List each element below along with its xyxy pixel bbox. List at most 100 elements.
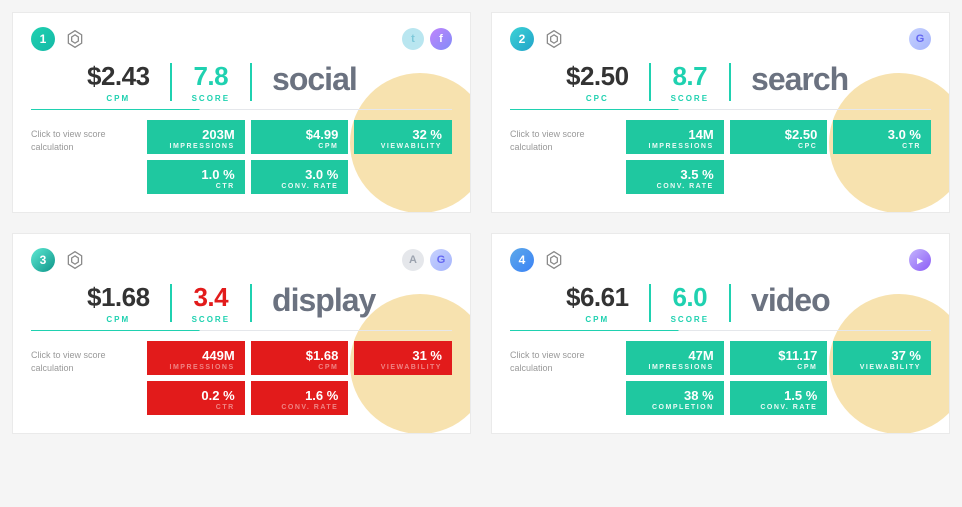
twitter-icon: t — [402, 28, 424, 50]
calculation-link[interactable]: Click to view score calculation — [31, 341, 131, 415]
calculation-link[interactable]: Click to view score calculation — [510, 120, 610, 194]
score-label: SCORE — [671, 315, 709, 324]
metric-label: IMPRESSIONS — [636, 364, 714, 371]
metric-conv-rate[interactable]: 1.6 %CONV. RATE — [251, 381, 349, 415]
metric-impressions[interactable]: 203MIMPRESSIONS — [147, 120, 245, 154]
category-title: video — [731, 282, 830, 319]
calculation-link[interactable]: Click to view score calculation — [510, 341, 610, 415]
card-number-badge: 4 — [510, 248, 534, 272]
metric-value: 1.0 % — [157, 167, 235, 182]
scorecard-video: 4 ▸ $6.61 CPM 6.0 SCORE video Click to view sco… — [491, 233, 950, 434]
metric-value: 32 % — [364, 127, 442, 142]
metric-label: VIEWABILITY — [364, 364, 442, 371]
metric-label: CONV. RATE — [636, 183, 714, 190]
metric-value: 38 % — [636, 388, 714, 403]
category-title: display — [252, 282, 375, 319]
metric-ctr[interactable]: 3.0 %CTR — [833, 120, 931, 154]
metric-value: 449M — [157, 348, 235, 363]
metric-label: CPM — [261, 143, 339, 150]
score-value: 3.4 — [193, 282, 228, 313]
cost-value: $6.61 — [566, 282, 629, 313]
brand-logo-icon — [65, 29, 85, 49]
divider-line — [31, 330, 452, 331]
metric-ctr[interactable]: 0.2 %CTR — [147, 381, 245, 415]
facebook-icon: f — [430, 28, 452, 50]
cost-label: CPC — [586, 94, 609, 103]
metric-label: CTR — [157, 404, 235, 411]
card-number-badge: 2 — [510, 27, 534, 51]
card-number-badge: 3 — [31, 248, 55, 272]
metric-viewability[interactable]: 32 %VIEWABILITY — [354, 120, 452, 154]
metric-ctr[interactable]: 1.0 %CTR — [147, 160, 245, 194]
metric-value: 1.6 % — [261, 388, 339, 403]
metric-completion[interactable]: 38 %COMPLETION — [626, 381, 724, 415]
cost-value: $1.68 — [87, 282, 150, 313]
video-platform-icon: ▸ — [909, 249, 931, 271]
score-label: SCORE — [671, 94, 709, 103]
metric-cpm[interactable]: $1.68CPM — [251, 341, 349, 375]
divider-line — [510, 109, 931, 110]
metric-label: COMPLETION — [636, 404, 714, 411]
metric-cpm[interactable]: $4.99CPM — [251, 120, 349, 154]
platform-icons: AG — [402, 249, 452, 271]
cost-label: CPM — [106, 315, 130, 324]
metric-value: $4.99 — [261, 127, 339, 142]
brand-logo-icon — [544, 29, 564, 49]
score-value: 7.8 — [193, 61, 228, 92]
divider-line — [31, 109, 452, 110]
metric-label: VIEWABILITY — [843, 364, 921, 371]
cost-value: $2.50 — [566, 61, 629, 92]
metric-value: 3.5 % — [636, 167, 714, 182]
calculation-link[interactable]: Click to view score calculation — [31, 120, 131, 194]
metric-conv-rate[interactable]: 3.5 %CONV. RATE — [626, 160, 724, 194]
metric-conv-rate[interactable]: 1.5 %CONV. RATE — [730, 381, 828, 415]
cost-stat: $2.43 CPM — [67, 61, 170, 103]
metric-value: 14M — [636, 127, 714, 142]
brand-logo-icon — [65, 250, 85, 270]
score-label: SCORE — [192, 94, 230, 103]
metric-impressions[interactable]: 449MIMPRESSIONS — [147, 341, 245, 375]
metric-cpm[interactable]: $11.17CPM — [730, 341, 828, 375]
score-value: 6.0 — [672, 282, 707, 313]
metric-label: CTR — [157, 183, 235, 190]
metric-value: 0.2 % — [157, 388, 235, 403]
cost-label: CPM — [585, 315, 609, 324]
cost-label: CPM — [106, 94, 130, 103]
metric-label: CONV. RATE — [261, 183, 339, 190]
score-stat: 7.8 SCORE — [172, 61, 250, 103]
metric-value: 1.5 % — [740, 388, 818, 403]
metrics-grid: 47MIMPRESSIONS$11.17CPM37 %VIEWABILITY38… — [626, 341, 931, 415]
metric-impressions[interactable]: 14MIMPRESSIONS — [626, 120, 724, 154]
metric-impressions[interactable]: 47MIMPRESSIONS — [626, 341, 724, 375]
metric-viewability[interactable]: 37 %VIEWABILITY — [833, 341, 931, 375]
platform-icons: tf — [402, 28, 452, 50]
category-title: search — [731, 61, 848, 98]
metric-cpc[interactable]: $2.50CPC — [730, 120, 828, 154]
scorecard-social: 1tf$2.43CPM7.8SCOREsocialClick to view s… — [12, 12, 471, 213]
metric-label: CPM — [261, 364, 339, 371]
score-label: SCORE — [192, 315, 230, 324]
scorecard-display: 3AG$1.68CPM3.4SCOREdisplayClick to view … — [12, 233, 471, 434]
metric-label: IMPRESSIONS — [157, 143, 235, 150]
metric-value: 3.0 % — [261, 167, 339, 182]
cost-value: $2.43 — [87, 61, 150, 92]
metrics-grid: 449MIMPRESSIONS$1.68CPM31 %VIEWABILITY0.… — [147, 341, 452, 415]
cost-stat: $1.68 CPM — [67, 282, 170, 324]
score-stat: 8.7SCORE — [651, 61, 729, 103]
metric-label: VIEWABILITY — [364, 143, 442, 150]
metric-value: $1.68 — [261, 348, 339, 363]
metric-label: CTR — [843, 143, 921, 150]
metric-value: $11.17 — [740, 348, 818, 363]
cost-stat: $2.50 CPC — [546, 61, 649, 103]
brand-logo-icon — [544, 250, 564, 270]
metric-viewability[interactable]: 31 %VIEWABILITY — [354, 341, 452, 375]
cost-stat: $6.61 CPM — [546, 282, 649, 324]
metric-value: $2.50 — [740, 127, 818, 142]
platform-icons: G — [909, 28, 931, 50]
card-number-badge: 1 — [31, 27, 55, 51]
scorecard-search: 2 G $2.50 CPC 8.7SCOREsearch Click to view sc… — [491, 12, 950, 213]
adobe-icon: A — [402, 249, 424, 271]
metric-value: 37 % — [843, 348, 921, 363]
score-stat: 3.4 SCORE — [172, 282, 250, 324]
metric-conv-rate[interactable]: 3.0 %CONV. RATE — [251, 160, 349, 194]
